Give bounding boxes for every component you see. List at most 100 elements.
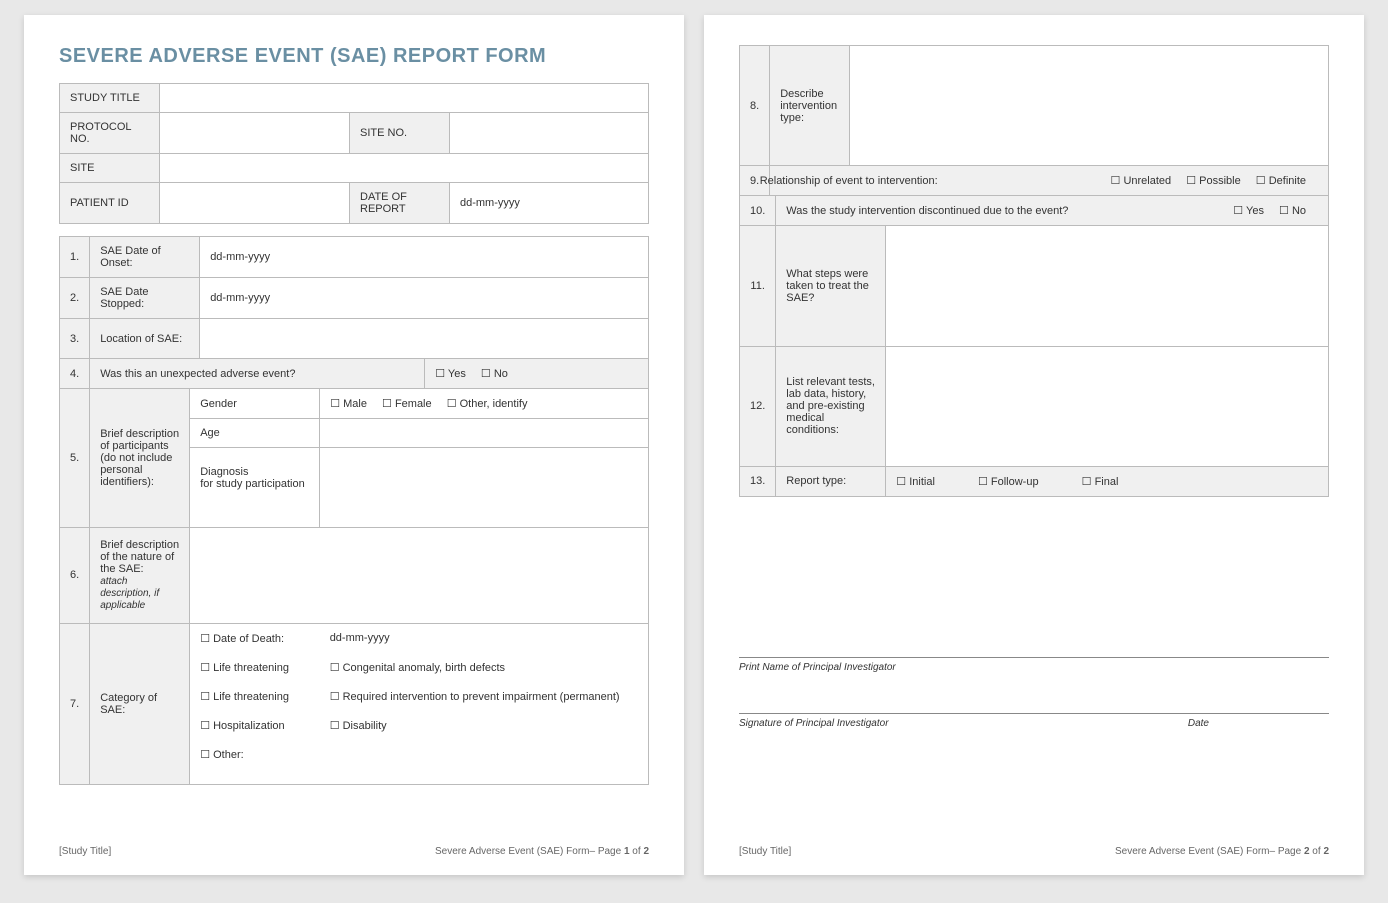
row-5-age-value[interactable] (320, 419, 649, 448)
row-4-label: Was this an unexpected adverse event? (90, 359, 425, 389)
label-site-no: SITE NO. (350, 113, 450, 154)
input-site[interactable] (160, 154, 649, 183)
label-site: SITE (60, 154, 160, 183)
sig-date-label: Date (1188, 718, 1209, 729)
sig-print-line: Print Name of Principal Investigator (739, 657, 1329, 673)
label-protocol-no: PROTOCOL NO. (60, 113, 160, 154)
row-4-options: Yes No (425, 359, 649, 389)
page-2: 8. Describe intervention type: 9. Relati… (704, 15, 1364, 875)
row-10-content: Was the study intervention discontinued … (776, 196, 1329, 226)
checkbox-male[interactable]: Male (330, 397, 367, 410)
row-8-value[interactable] (850, 46, 1329, 166)
input-date-of-report[interactable]: dd-mm-yyyy (450, 183, 649, 224)
checkbox-disc-no[interactable]: No (1279, 204, 1306, 217)
sig-sign-line: Signature of Principal Investigator Date (739, 713, 1329, 729)
row-9-label: Relationship of event to intervention: (760, 175, 938, 187)
row-5-gender-options: Male Female Other, identify (320, 389, 649, 419)
label-patient-id: PATIENT ID (60, 183, 160, 224)
row-1-value[interactable]: dd-mm-yyyy (200, 237, 649, 278)
row-5-gender-label: Gender (190, 389, 320, 419)
checkbox-definite[interactable]: Definite (1256, 174, 1306, 187)
footer-1: [Study Title] Severe Adverse Event (SAE)… (59, 846, 649, 857)
row-7-num: 7. (60, 624, 90, 785)
questions-table-1: 1. SAE Date of Onset: dd-mm-yyyy 2. SAE … (59, 236, 649, 389)
checkbox-yes[interactable]: Yes (435, 367, 466, 380)
diag-line2: for study participation (200, 478, 305, 490)
row-11-value[interactable] (886, 226, 1329, 346)
row-13-options: Initial Follow-up Final (886, 466, 1329, 496)
row-2-label: SAE Date Stopped: (90, 278, 200, 319)
row-8-label: Describe intervention type: (770, 46, 850, 166)
row-12-num: 12. (740, 346, 776, 466)
input-protocol-no[interactable] (160, 113, 350, 154)
row-5-diag-value[interactable] (320, 448, 649, 528)
input-site-no[interactable] (450, 113, 649, 154)
row-6-value[interactable] (190, 528, 649, 623)
questions-table-2b: 10. Was the study intervention discontin… (739, 195, 1329, 226)
row-7-label: Category of SAE: (90, 624, 190, 785)
label-study-title: STUDY TITLE (60, 84, 160, 113)
sig-sign-label: Signature of Principal Investigator (739, 718, 889, 729)
signature-block: Print Name of Principal Investigator Sig… (739, 557, 1329, 729)
row-12-value[interactable] (886, 346, 1329, 466)
row-3-label: Location of SAE: (90, 319, 200, 359)
sig-print-label: Print Name of Principal Investigator (739, 662, 896, 673)
checkbox-lt2[interactable]: Life threatening (200, 690, 289, 703)
row-7-table: 7. Category of SAE: Date of Death: dd-mm… (59, 624, 649, 786)
footer-left-2: [Study Title] (739, 846, 791, 857)
row-11-num: 11. (740, 226, 776, 346)
row-1-label: SAE Date of Onset: (90, 237, 200, 278)
row-6-sub: attach description, if applicable (100, 576, 159, 611)
row-6-label-text: Brief description of the nature of the S… (100, 539, 179, 575)
row-1-num: 1. (60, 237, 90, 278)
row-11-label: What steps were taken to treat the SAE? (776, 226, 886, 346)
row-6-num: 6. (60, 528, 90, 623)
checkbox-disc-yes[interactable]: Yes (1233, 204, 1264, 217)
footer-2: [Study Title] Severe Adverse Event (SAE)… (739, 846, 1329, 857)
footer-right-2: Severe Adverse Event (SAE) Form– Page 2 … (1115, 846, 1329, 857)
row-3-num: 3. (60, 319, 90, 359)
row-13-num: 13. (740, 466, 776, 496)
questions-table-2c: 11. What steps were taken to treat the S… (739, 226, 1329, 497)
checkbox-other-cat[interactable]: Other: (200, 748, 244, 761)
diag-line1: Diagnosis (200, 466, 248, 478)
row-3-value[interactable] (200, 319, 649, 359)
checkbox-followup[interactable]: Follow-up (978, 475, 1039, 488)
row-2-num: 2. (60, 278, 90, 319)
row-2-value[interactable]: dd-mm-yyyy (200, 278, 649, 319)
dod-value[interactable]: dd-mm-yyyy (320, 624, 649, 653)
checkbox-dod[interactable]: Date of Death: (200, 632, 284, 645)
header-table: STUDY TITLE PROTOCOL NO. SITE NO. SITE P… (59, 83, 649, 224)
footer-left: [Study Title] (59, 846, 111, 857)
form-title: SEVERE ADVERSE EVENT (SAE) REPORT FORM (59, 45, 649, 68)
checkbox-cong[interactable]: Congenital anomaly, birth defects (330, 661, 505, 674)
checkbox-unrelated[interactable]: Unrelated (1111, 174, 1172, 187)
row-6-table: 6. Brief description of the nature of th… (59, 528, 649, 624)
row-5-age-label: Age (190, 419, 320, 448)
row-10-label: Was the study intervention discontinued … (786, 205, 1068, 217)
checkbox-initial[interactable]: Initial (896, 475, 935, 488)
row-8-num: 8. (740, 46, 770, 166)
row-5-diag-label: Diagnosis for study participation (190, 448, 320, 528)
checkbox-possible[interactable]: Possible (1186, 174, 1241, 187)
checkbox-final[interactable]: Final (1082, 475, 1119, 488)
row-6-label: Brief description of the nature of the S… (90, 528, 190, 623)
checkbox-dis[interactable]: Disability (330, 719, 387, 732)
page-1: SEVERE ADVERSE EVENT (SAE) REPORT FORM S… (24, 15, 684, 875)
row-5-label: Brief description of participants (do no… (90, 389, 190, 528)
row-10-num: 10. (740, 196, 776, 226)
row-9-content: Relationship of event to intervention: U… (850, 166, 1329, 196)
input-patient-id[interactable] (160, 183, 350, 224)
label-date-of-report: DATE OF REPORT (350, 183, 450, 224)
checkbox-lt1[interactable]: Life threatening (200, 661, 289, 674)
row-5-table: 5. Brief description of participants (do… (59, 389, 649, 528)
row-4-num: 4. (60, 359, 90, 389)
checkbox-no[interactable]: No (481, 367, 508, 380)
checkbox-hosp[interactable]: Hospitalization (200, 719, 284, 732)
row-13-label: Report type: (776, 466, 886, 496)
row-5-num: 5. (60, 389, 90, 528)
checkbox-female[interactable]: Female (382, 397, 432, 410)
checkbox-other-gender[interactable]: Other, identify (447, 397, 528, 410)
checkbox-req[interactable]: Required intervention to prevent impairm… (330, 690, 620, 703)
input-study-title[interactable] (160, 84, 649, 113)
